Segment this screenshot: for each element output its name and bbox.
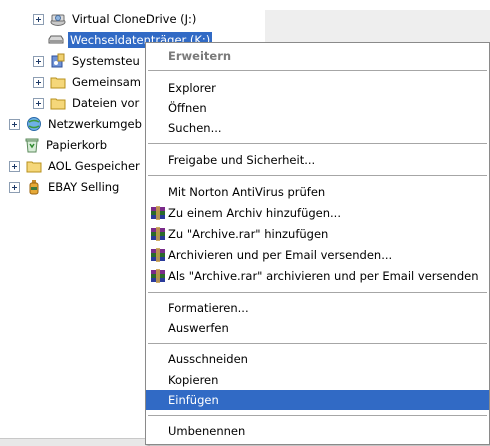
folder-icon [26,158,42,174]
menu-item-label: Umbenennen [168,424,246,438]
menu-item-archive-rar-hinzufuegen[interactable]: Zu "Archive.rar" hinzufügen [146,224,489,244]
context-menu: Erweitern Explorer Öffnen Suchen... Frei… [145,42,490,445]
expand-toggle[interactable] [33,97,44,109]
recycle-bin-icon [24,137,40,153]
menu-item-label: Auswerfen [168,321,229,335]
menu-item-label: Einfügen [168,393,219,407]
tree-item-label: Netzwerkumgeb [48,117,142,131]
tree-item-ebay-selling[interactable]: EBAY Selling [9,178,121,196]
cd-drive-icon [50,11,66,27]
menu-item-archiv-hinzufuegen[interactable]: Zu einem Archiv hinzufügen... [146,203,489,223]
tree-item-virtual-clonedrive[interactable]: Virtual CloneDrive (J:) [33,10,198,28]
folder-icon [50,74,66,90]
tree-item-gemeinsam[interactable]: Gemeinsam [33,73,143,91]
bottle-icon [26,179,42,195]
menu-item-label: Mit Norton AntiVirus prüfen [168,185,326,199]
menu-item-formatieren[interactable]: Formatieren... [146,298,489,318]
menu-separator [148,292,487,293]
expand-toggle[interactable] [33,55,44,67]
menu-item-auswerfen[interactable]: Auswerfen [146,318,489,338]
menu-item-oeffnen[interactable]: Öffnen [146,98,489,118]
tree-item-aol[interactable]: AOL Gespeicher [9,157,142,175]
menu-separator [148,343,487,344]
tree-item-papierkorb[interactable]: Papierkorb [24,136,109,154]
menu-item-label: Zu einem Archiv hinzufügen... [168,206,341,220]
tree-item-label: Virtual CloneDrive (J:) [72,12,197,26]
winrar-icon [150,205,166,221]
control-panel-icon [50,53,66,69]
winrar-icon [150,268,166,284]
tree-item-label: Systemsteu [72,54,140,68]
menu-item-label: Freigabe und Sicherheit... [168,153,316,167]
menu-item-label: Öffnen [168,101,207,115]
tree-item-label: Papierkorb [46,138,108,152]
tree-item-label: Dateien vor [72,96,140,110]
winrar-icon [150,226,166,242]
expand-toggle[interactable] [9,118,20,130]
tree-item-label: Gemeinsam [72,75,141,89]
menu-item-erweitern[interactable]: Erweitern [146,46,489,66]
expand-toggle[interactable] [9,181,20,193]
menu-item-explorer[interactable]: Explorer [146,78,489,98]
menu-item-label: Formatieren... [168,301,249,315]
network-icon [26,116,42,132]
menu-item-label: Archivieren und per Email versenden... [168,248,393,262]
menu-item-label: Als "Archive.rar" archivieren und per Em… [168,269,479,283]
menu-separator [148,175,487,176]
menu-item-umbenennen[interactable]: Umbenennen [146,421,489,441]
menu-item-einfuegen[interactable]: Einfügen [146,390,489,410]
content-pane [265,10,490,44]
folder-icon [50,95,66,111]
menu-item-suchen[interactable]: Suchen... [146,118,489,138]
menu-item-label: Zu "Archive.rar" hinzufügen [168,227,329,241]
winrar-icon [150,247,166,263]
menu-separator [148,70,487,71]
menu-separator [148,143,487,144]
menu-item-archivieren-email[interactable]: Archivieren und per Email versenden... [146,245,489,265]
tree-item-systemsteuerung[interactable]: Systemsteu [33,52,142,70]
menu-item-norton[interactable]: Mit Norton AntiVirus prüfen [146,182,489,202]
expand-toggle[interactable] [33,76,44,88]
expand-toggle[interactable] [33,13,44,25]
menu-item-label: Kopieren [168,373,219,387]
menu-item-kopieren[interactable]: Kopieren [146,370,489,390]
menu-item-label: Suchen... [168,121,222,135]
tree-item-label: AOL Gespeicher [48,159,140,173]
menu-item-ausschneiden[interactable]: Ausschneiden [146,349,489,369]
menu-item-freigabe[interactable]: Freigabe und Sicherheit... [146,150,489,170]
menu-item-label: Ausschneiden [168,352,248,366]
menu-separator [148,415,487,416]
tree-item-netzwerkumgebung[interactable]: Netzwerkumgeb [9,115,144,133]
tree-item-label: EBAY Selling [48,180,120,194]
tree-item-dateien[interactable]: Dateien vor [33,94,141,112]
expand-toggle[interactable] [9,160,20,172]
menu-item-archive-rar-email[interactable]: Als "Archive.rar" archivieren und per Em… [146,266,489,286]
menu-item-label: Explorer [168,81,216,95]
menu-item-label: Erweitern [168,49,232,63]
removable-drive-icon [48,32,64,48]
